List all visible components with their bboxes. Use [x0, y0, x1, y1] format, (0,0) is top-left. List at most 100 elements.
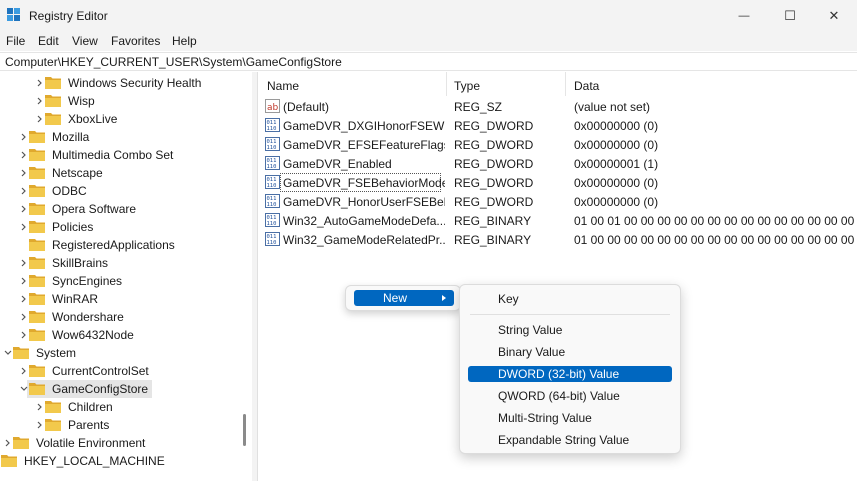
value-name: GameDVR_HonorUserFSEBeh... [283, 195, 445, 209]
column-divider[interactable] [446, 72, 447, 96]
tree-item[interactable]: Wow6432Node [0, 326, 240, 344]
chevron-down-icon[interactable] [3, 348, 13, 358]
folder-icon [29, 131, 45, 143]
chevron-right-icon[interactable] [35, 78, 45, 88]
tree-item[interactable]: Wondershare [0, 308, 240, 326]
tree-item[interactable]: Policies [0, 218, 240, 236]
value-row[interactable]: 011 110 Win32_GameModeRelatedPr... REG_BINA… [259, 230, 857, 249]
svg-text:110: 110 [267, 126, 277, 132]
tree-item[interactable]: GameConfigStore [0, 380, 240, 398]
folder-icon [45, 95, 61, 107]
tree-item[interactable]: WinRAR [0, 290, 240, 308]
binary-value-icon: 011110 [265, 137, 280, 151]
submenu-item[interactable]: Key [468, 291, 672, 307]
tree-item[interactable]: Volatile Environment [0, 434, 240, 452]
tree-item[interactable]: Netscape [0, 164, 240, 182]
chevron-right-icon[interactable] [35, 420, 45, 430]
chevron-right-icon[interactable] [19, 186, 29, 196]
chevron-right-icon[interactable] [19, 294, 29, 304]
menu-favorites[interactable]: Favorites [111, 34, 160, 48]
maximize-button[interactable]: ☐ [767, 0, 813, 31]
chevron-right-icon[interactable] [35, 96, 45, 106]
tree-item[interactable]: System [0, 344, 240, 362]
submenu-item-label: Key [498, 292, 519, 306]
value-row[interactable]: 011 110 GameDVR_DXGIHonorFSEWi... REG_DWORD… [259, 116, 857, 135]
chevron-right-icon[interactable] [3, 438, 13, 448]
column-divider[interactable] [565, 72, 566, 96]
context-menu-new-label: New [383, 291, 408, 305]
chevron-right-icon[interactable] [19, 168, 29, 178]
tree-item[interactable]: ODBC [0, 182, 240, 200]
tree-item[interactable]: Parents [0, 416, 240, 434]
address-bar[interactable]: Computer\HKEY_CURRENT_USER\System\GameCo… [0, 52, 857, 71]
binary-value-icon: 011110 [265, 232, 280, 246]
chevron-right-icon[interactable] [19, 222, 29, 232]
column-header-type[interactable]: Type [454, 79, 480, 93]
folder-icon [29, 383, 45, 395]
tree-item[interactable]: XboxLive [0, 110, 240, 128]
value-type: REG_BINARY [454, 233, 532, 247]
chevron-right-icon[interactable] [19, 276, 29, 286]
chevron-right-icon[interactable] [19, 204, 29, 214]
pane-splitter[interactable] [252, 72, 258, 481]
folder-icon [1, 455, 17, 467]
chevron-down-icon[interactable] [19, 384, 29, 394]
tree-item[interactable]: Windows Security Health [0, 74, 240, 92]
tree-item[interactable]: SkillBrains [0, 254, 240, 272]
svg-text:ab: ab [267, 103, 279, 113]
chevron-right-icon[interactable] [19, 258, 29, 268]
tree-item[interactable]: Multimedia Combo Set [0, 146, 240, 164]
submenu-item[interactable]: Binary Value [468, 344, 672, 360]
value-row[interactable]: ab (Default) REG_SZ (value not set) [259, 97, 857, 116]
tree-item[interactable]: SyncEngines [0, 272, 240, 290]
tree-item[interactable]: CurrentControlSet [0, 362, 240, 380]
address-path[interactable]: Computer\HKEY_CURRENT_USER\System\GameCo… [5, 55, 342, 69]
close-button[interactable]: ✕ [811, 0, 857, 31]
binary-value-icon: 011110 [265, 213, 280, 227]
column-header-data[interactable]: Data [574, 79, 599, 93]
menu-view[interactable]: View [72, 34, 98, 48]
chevron-right-icon[interactable] [19, 312, 29, 322]
value-type: REG_SZ [454, 100, 503, 114]
tree-item[interactable]: Mozilla [0, 128, 240, 146]
folder-icon [45, 77, 61, 89]
tree-item-label: Policies [52, 220, 94, 234]
tree-item[interactable]: RegisteredApplications [0, 236, 240, 254]
menu-help[interactable]: Help [172, 34, 197, 48]
value-row[interactable]: 011 110 GameDVR_Enabled REG_DWORD 0x00000001… [259, 154, 857, 173]
tree-item[interactable]: Opera Software [0, 200, 240, 218]
svg-text:110: 110 [267, 221, 277, 227]
menu-file[interactable]: File [6, 34, 25, 48]
chevron-right-icon[interactable] [35, 114, 45, 124]
menu-edit[interactable]: Edit [38, 34, 59, 48]
value-row[interactable]: 011 110 GameDVR_FSEBehaviorMode REG_DWORD 0x… [259, 173, 857, 192]
tree-item-label: Windows Security Health [68, 76, 202, 90]
value-row[interactable]: 011 110 Win32_AutoGameModeDefa... REG_BINAR… [259, 211, 857, 230]
key-tree: Windows Security Health Wisp XboxLive Mozil… [0, 72, 252, 481]
value-row[interactable]: 011 110 GameDVR_EFSEFeatureFlags REG_DWORD 0… [259, 135, 857, 154]
tree-item[interactable]: Wisp [0, 92, 240, 110]
chevron-right-icon[interactable] [19, 150, 29, 160]
value-name: (Default) [283, 100, 330, 114]
svg-text:110: 110 [267, 145, 277, 151]
value-type: REG_DWORD [454, 176, 534, 190]
submenu-item[interactable]: QWORD (64-bit) Value [468, 388, 672, 404]
submenu-item[interactable]: Multi-String Value [468, 410, 672, 426]
tree-item[interactable]: HKEY_LOCAL_MACHINE [0, 452, 240, 470]
submenu-item-label: Expandable String Value [498, 433, 630, 447]
chevron-right-icon[interactable] [19, 132, 29, 142]
submenu-item[interactable]: Expandable String Value [468, 432, 672, 448]
value-row[interactable]: 011 110 GameDVR_HonorUserFSEBeh... REG_DWOR… [259, 192, 857, 211]
value-data: 0x00000000 (0) [574, 176, 659, 190]
folder-icon [45, 401, 61, 413]
chevron-right-icon[interactable] [19, 330, 29, 340]
column-header-name[interactable]: Name [267, 79, 299, 93]
chevron-right-icon[interactable] [35, 402, 45, 412]
tree-scrollbar-thumb[interactable] [243, 414, 246, 446]
folder-icon [29, 365, 45, 377]
chevron-right-icon[interactable] [19, 366, 29, 376]
tree-item[interactable]: Children [0, 398, 240, 416]
submenu-item[interactable]: String Value [468, 322, 672, 338]
minimize-button[interactable]: — [721, 0, 767, 31]
submenu-item[interactable]: DWORD (32-bit) Value [468, 366, 672, 382]
